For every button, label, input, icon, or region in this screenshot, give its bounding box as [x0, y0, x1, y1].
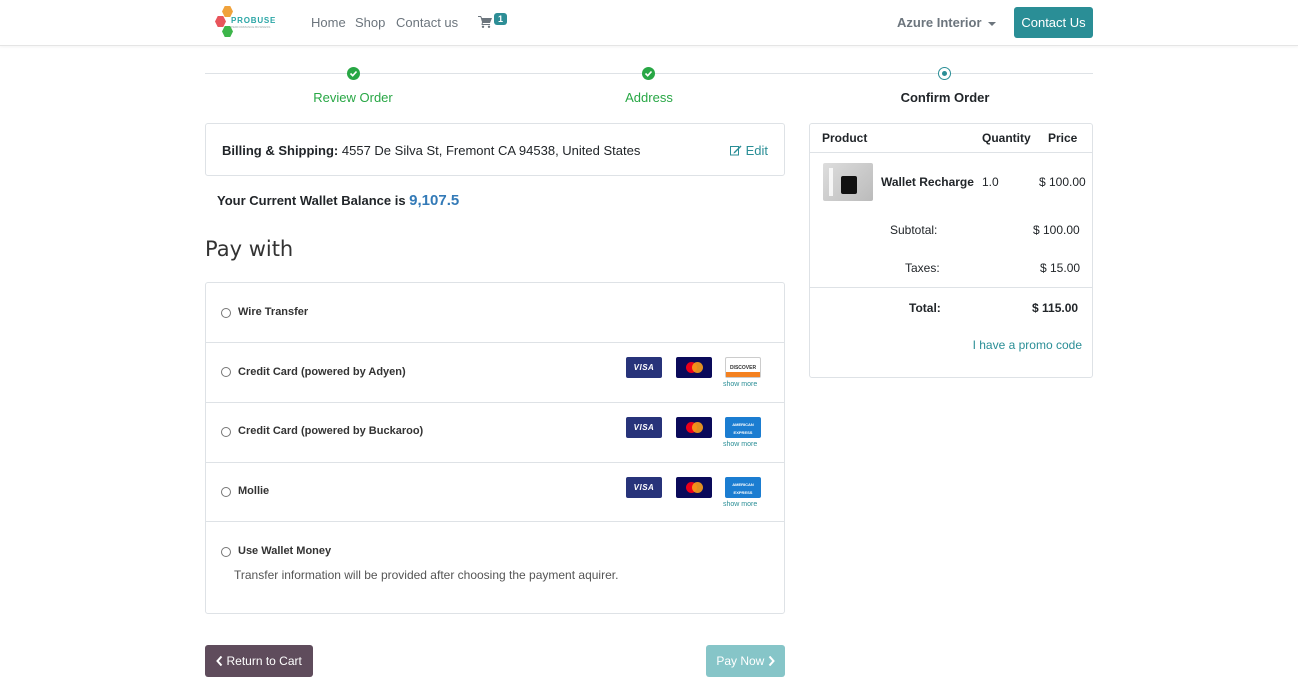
logo-hex-red [215, 16, 226, 27]
total-value: $ 115.00 [1032, 301, 1079, 315]
logo-text: PROBUSE [231, 16, 277, 25]
visa-icon: VISA [626, 477, 662, 498]
chevron-left-icon [216, 655, 223, 667]
nav-contact-link[interactable]: Contact us [396, 15, 458, 30]
header-price: Price [1048, 131, 1078, 145]
order-table-header: Product Quantity Price [810, 124, 1092, 153]
adyen-label: Credit Card (powered by Adyen) [238, 366, 406, 378]
amex-icon: AMERICAN EXPRESS [725, 477, 761, 498]
visa-icon: VISA [626, 417, 662, 438]
adyen-show-more-link[interactable]: show more [723, 381, 757, 388]
mastercard-icon [676, 417, 712, 438]
step-confirm-dot-icon [938, 67, 951, 80]
billing-shipping-card: Billing & Shipping: 4557 De Silva St, Fr… [205, 123, 785, 176]
promo-code-link[interactable]: I have a promo code [973, 338, 1082, 352]
contact-us-button[interactable]: Contact Us [1014, 7, 1093, 38]
header-quantity: Quantity [982, 131, 1031, 145]
taxes-value: $ 15.00 [1040, 261, 1081, 275]
payment-methods-card: Wire Transfer Credit Card (powered by Ad… [205, 282, 785, 614]
header-product: Product [822, 131, 868, 145]
mollie-radio[interactable] [221, 487, 231, 497]
wallet-balance-value: 9,107.5 [409, 192, 460, 209]
discover-icon: DISCOVER [725, 357, 761, 378]
company-logo[interactable]: PROBUSE PERFORMANCE BUSINESS [213, 6, 277, 38]
cart-count-badge: 1 [494, 13, 508, 25]
product-image [823, 163, 873, 201]
wallet-radio[interactable] [221, 547, 231, 557]
payment-option-mollie[interactable]: Mollie VISA AMERICAN EXPRESS show more [206, 463, 784, 522]
billing-address: Billing & Shipping: 4557 De Silva St, Fr… [222, 143, 640, 158]
company-name: Azure Interior [897, 15, 982, 30]
chevron-right-icon [768, 655, 775, 667]
payment-option-buckaroo[interactable]: Credit Card (powered by Buckaroo) VISA A… [206, 403, 784, 463]
pay-now-button[interactable]: Pay Now [706, 645, 785, 677]
payment-option-adyen[interactable]: Credit Card (powered by Adyen) VISA DISC… [206, 343, 784, 403]
mollie-show-more-link[interactable]: show more [723, 501, 757, 508]
mastercard-icon [676, 477, 712, 498]
wallet-balance-label: Your Current Wallet Balance is [217, 193, 406, 208]
product-price: $ 100.00 [1039, 175, 1086, 189]
buckaroo-show-more-link[interactable]: show more [723, 441, 757, 448]
visa-icon: VISA [626, 357, 662, 378]
nav-home-link[interactable]: Home [311, 15, 346, 30]
wallet-label: Use Wallet Money [238, 545, 332, 557]
order-divider [810, 287, 1092, 288]
product-quantity: 1.0 [982, 175, 999, 189]
company-dropdown[interactable]: Azure Interior [897, 15, 996, 30]
wire-transfer-label: Wire Transfer [238, 306, 309, 318]
return-to-cart-button[interactable]: Return to Cart [205, 645, 313, 677]
logo-tagline: PERFORMANCE BUSINESS [231, 25, 271, 29]
edit-icon [729, 145, 742, 156]
wire-transfer-radio[interactable] [221, 308, 231, 318]
edit-label: Edit [745, 143, 768, 158]
step-review-check-icon [347, 67, 360, 80]
wallet-balance-text: Your Current Wallet Balance is 9,107.5 [217, 192, 459, 209]
payment-option-wire-transfer[interactable]: Wire Transfer [206, 283, 784, 343]
buckaroo-radio[interactable] [221, 427, 231, 437]
chevron-down-icon [987, 21, 996, 26]
buckaroo-label: Credit Card (powered by Buckaroo) [238, 425, 424, 437]
edit-address-link[interactable]: Edit [729, 143, 768, 158]
buckaroo-card-logos: VISA AMERICAN EXPRESS show more [624, 417, 764, 457]
total-label: Total: [909, 301, 941, 315]
step-address[interactable]: Address [549, 90, 749, 105]
pay-now-label: Pay Now [716, 654, 765, 668]
subtotal-label: Subtotal: [890, 223, 938, 237]
step-confirm-order: Confirm Order [900, 90, 990, 105]
step-address-check-icon [642, 67, 655, 80]
subtotal-value: $ 100.00 [1033, 223, 1080, 237]
top-navbar: PROBUSE PERFORMANCE BUSINESS Home Shop C… [0, 0, 1298, 46]
adyen-radio[interactable] [221, 367, 231, 377]
pay-with-heading: Pay with [205, 237, 294, 261]
billing-label: Billing & Shipping: [222, 143, 339, 158]
adyen-card-logos: VISA DISCOVER show more [624, 357, 764, 397]
amex-icon: AMERICAN EXPRESS [725, 417, 761, 438]
payment-option-wallet[interactable]: Use Wallet Money Transfer information wi… [206, 522, 784, 613]
order-summary-card: Product Quantity Price Wallet Recharge 1… [809, 123, 1093, 378]
return-to-cart-label: Return to Cart [226, 654, 302, 668]
wallet-description: Transfer information will be provided af… [234, 568, 619, 582]
taxes-label: Taxes: [905, 261, 940, 275]
mollie-card-logos: VISA AMERICAN EXPRESS show more [624, 477, 764, 517]
nav-shop-link[interactable]: Shop [355, 15, 385, 30]
mastercard-icon [676, 357, 712, 378]
mollie-label: Mollie [238, 485, 270, 497]
cart-icon [478, 16, 492, 28]
step-review-order[interactable]: Review Order [253, 90, 453, 105]
product-name: Wallet Recharge [881, 175, 974, 189]
billing-address-value: 4557 De Silva St, Fremont CA 94538, Unit… [341, 143, 641, 158]
